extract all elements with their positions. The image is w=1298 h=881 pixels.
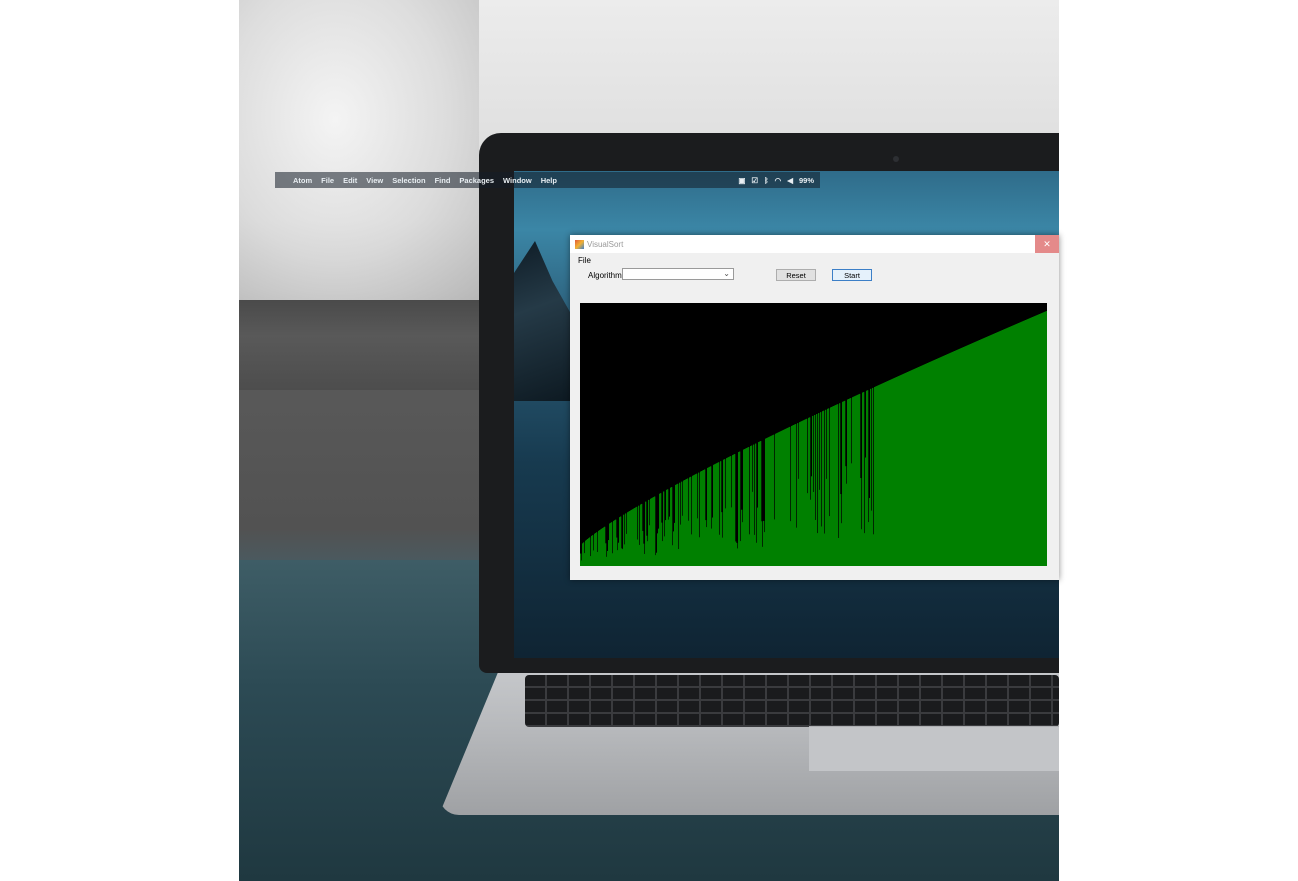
algorithm-label: Algorithm	[588, 271, 622, 280]
laptop-keyboard	[525, 675, 1059, 727]
close-button[interactable]: ✕	[1035, 235, 1059, 253]
algorithm-dropdown[interactable]: ⌄	[622, 268, 734, 280]
menu-item-selection[interactable]: Selection	[392, 176, 425, 185]
sort-bar	[1046, 311, 1047, 566]
bluetooth-icon[interactable]: ᛒ	[764, 176, 769, 185]
bars-svg	[580, 311, 1047, 566]
laptop-trackpad	[809, 726, 1059, 771]
menu-item-find[interactable]: Find	[435, 176, 451, 185]
menu-item-edit[interactable]: Edit	[343, 176, 357, 185]
menu-file[interactable]: File	[578, 256, 591, 265]
menu-item-help[interactable]: Help	[541, 176, 557, 185]
start-button[interactable]: Start	[832, 269, 872, 281]
shelf	[239, 300, 479, 390]
toolbar: Algorithm ⌄ Reset Start	[570, 267, 1059, 287]
chevron-down-icon: ⌄	[723, 269, 730, 278]
mac-menu-bar: Atom File Edit View Selection Find Packa…	[275, 172, 820, 188]
window-titlebar[interactable]: VisualSort ✕	[570, 235, 1059, 253]
webcam	[893, 156, 899, 162]
close-icon: ✕	[1043, 238, 1051, 249]
wifi-icon[interactable]: ◠	[775, 176, 782, 185]
menu-item-atom[interactable]: Atom	[293, 176, 312, 185]
status-area: ▣ ☑ ᛒ ◠ ◀ 99%	[738, 176, 814, 185]
wall	[239, 0, 479, 300]
menu-item-window[interactable]: Window	[503, 176, 532, 185]
window-title: VisualSort	[587, 239, 624, 249]
volume-icon[interactable]: ◀	[787, 176, 793, 185]
menu-item-file[interactable]: File	[321, 176, 334, 185]
app-icon	[575, 239, 584, 249]
menu-item-view[interactable]: View	[366, 176, 383, 185]
checklist-icon[interactable]: ☑	[751, 176, 758, 185]
menu-strip: File	[570, 253, 1059, 267]
visualsort-window: VisualSort ✕ File Algorithm ⌄ Reset Star…	[570, 235, 1059, 580]
camera-icon[interactable]: ▣	[738, 176, 745, 185]
menu-item-packages[interactable]: Packages	[459, 176, 494, 185]
reset-button[interactable]: Reset	[776, 269, 816, 281]
battery-percent[interactable]: 99%	[799, 176, 814, 185]
sort-visualization-canvas	[580, 303, 1047, 566]
